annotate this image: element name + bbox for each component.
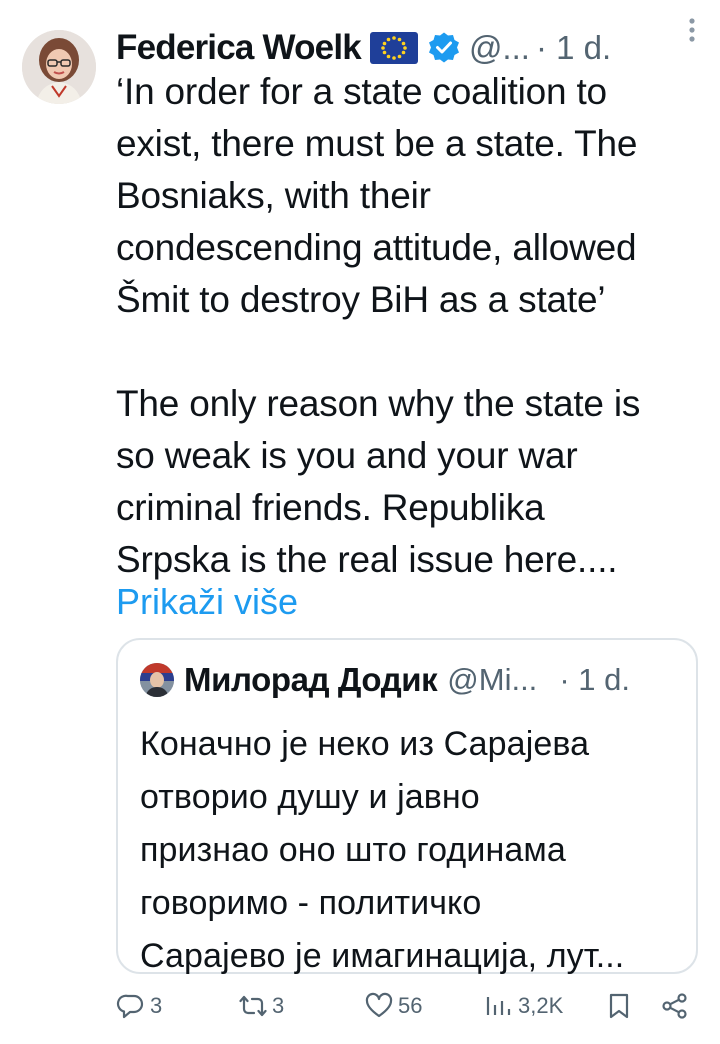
eu-flag-icon	[369, 31, 419, 65]
show-more-link[interactable]: Prikaži više	[116, 576, 298, 628]
author-name[interactable]: Federica Woelk	[116, 28, 362, 68]
quote-line: говоримо - политичко	[140, 884, 482, 922]
quote-line: Коначно је неко из Сарајева	[140, 725, 590, 763]
quote-author-handle: @Mi...	[447, 662, 538, 697]
tweet-line: so weak is you and your war	[116, 435, 578, 476]
quote-author-name: Милорад Додик	[184, 661, 438, 698]
quote-line: Сарајево је имагинација, лут...	[140, 937, 625, 975]
tweet[interactable]: Federica Woelk @... · 1 d. ‘In order for…	[0, 0, 720, 1044]
like-button[interactable]: 56	[364, 986, 422, 1026]
quoted-tweet[interactable]: Милорад Додик @Mi... · 1 d. Коначно је н…	[116, 638, 698, 975]
more-icon[interactable]	[682, 14, 702, 46]
repost-button[interactable]: 3	[238, 986, 284, 1026]
tweet-time[interactable]: · 1 d.	[536, 29, 611, 67]
repost-count: 3	[272, 993, 285, 1018]
views-icon	[486, 997, 511, 1015]
verified-icon	[427, 31, 461, 65]
share-icon	[662, 993, 687, 1019]
author-handle[interactable]: @...	[469, 29, 530, 67]
author-avatar[interactable]	[22, 30, 96, 104]
bookmark-button[interactable]	[604, 986, 634, 1026]
quote-text: Коначно је неко из Сарајева отворио душу…	[140, 718, 685, 983]
tweet-line: condescending attitude, allowed	[116, 227, 637, 268]
tweet-header: Federica Woelk @... · 1 d.	[116, 24, 696, 72]
tweet-line: Bosniaks, with their	[116, 175, 431, 216]
tweet-line: exist, there must be a state. The	[116, 123, 638, 164]
tweet-line: criminal friends. Republika	[116, 487, 545, 528]
repost-icon	[239, 995, 267, 1017]
quote-time: · 1 d.	[559, 662, 630, 697]
tweet-text: ‘In order for a state coalition to exist…	[116, 66, 706, 586]
like-count: 56	[398, 993, 423, 1018]
reply-button[interactable]: 3	[116, 986, 162, 1026]
quote-author-avatar	[140, 663, 174, 697]
reply-icon	[116, 994, 144, 1019]
quote-line: признао оно што годинама	[140, 831, 566, 869]
tweet-line: Šmit to destroy BiH as a state’	[116, 279, 606, 320]
bookmark-icon	[609, 993, 629, 1019]
tweet-line: ‘In order for a state coalition to	[116, 71, 607, 112]
views-count: 3,2K	[518, 993, 564, 1018]
quote-line: отворио душу и јавно	[140, 778, 480, 816]
views-button[interactable]: 3,2K	[484, 986, 563, 1026]
like-icon	[365, 992, 393, 1018]
share-button[interactable]	[660, 986, 690, 1026]
action-bar: 3 3 56 3,2K	[116, 986, 698, 1026]
tweet-line: The only reason why the state is	[116, 383, 641, 424]
reply-count: 3	[150, 993, 163, 1018]
quote-header: Милорад Додик @Mi... · 1 d.	[140, 660, 685, 700]
